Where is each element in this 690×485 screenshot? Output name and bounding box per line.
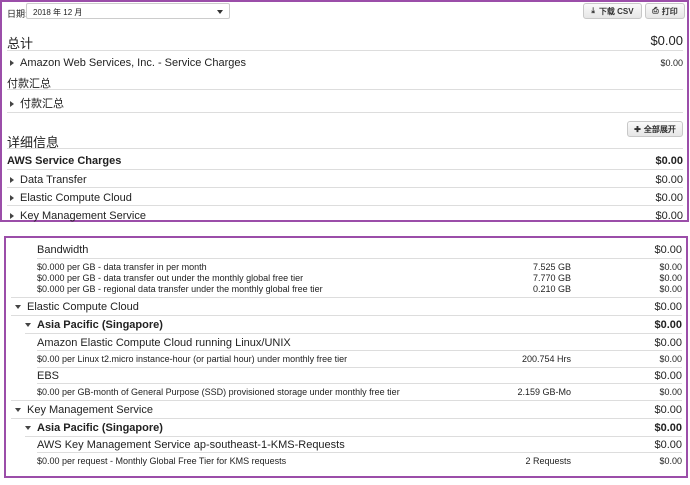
- expand-icon: [10, 60, 14, 67]
- collapse-icon: [25, 426, 31, 431]
- ebs-label: EBS: [37, 370, 60, 382]
- ebs-amount: $0.00: [654, 370, 682, 382]
- provider-amount: $0.00: [660, 58, 683, 68]
- ec2-running-row-desc: $0.00 per Linux t2.micro instance-hour (…: [37, 354, 348, 364]
- kms-group-amount: $0.00: [654, 404, 682, 416]
- kms-group-label: Key Management Service: [27, 404, 153, 416]
- service-charges-label: AWS Service Charges: [7, 155, 122, 167]
- ebs-row-qty: 2.159 GB-Mo: [517, 387, 571, 397]
- ebs-row-amount: $0.00: [659, 387, 682, 397]
- kms-row-qty: 2 Requests: [525, 456, 571, 466]
- billing-summary-panel: 日期: 2018 年 12 月 ⤓ 下载 CSV ⎙ 打印 总计 $0.00 A…: [0, 0, 689, 222]
- provider-row[interactable]: Amazon Web Services, Inc. - Service Char…: [10, 57, 246, 69]
- service-name: Elastic Compute Cloud: [20, 192, 132, 204]
- ec2-region-amount: $0.00: [654, 319, 682, 331]
- expand-icon: [10, 195, 14, 202]
- bandwidth-row-desc: $0.000 per GB - data transfer in per mon…: [37, 262, 207, 272]
- expand-all-button[interactable]: ✚ 全部展开: [627, 121, 683, 137]
- bandwidth-row-amount: $0.00: [659, 284, 682, 294]
- date-select-value: 2018 年 12 月: [33, 8, 83, 17]
- service-charges-amount: $0.00: [655, 155, 683, 167]
- service-name: Data Transfer: [20, 174, 87, 186]
- ec2-group-toggle[interactable]: Elastic Compute Cloud: [15, 301, 139, 313]
- ec2-running-amount: $0.00: [654, 337, 682, 349]
- download-icon: ⤓: [591, 6, 595, 15]
- total-amount: $0.00: [650, 33, 683, 48]
- payment-summary-toggle-label: 付款汇总: [20, 98, 64, 110]
- bandwidth-row-qty: 0.210 GB: [532, 284, 571, 294]
- expand-icon: [10, 213, 14, 220]
- expand-icon: [10, 101, 14, 108]
- kms-region-toggle[interactable]: Asia Pacific (Singapore): [25, 422, 163, 434]
- service-row-ec2[interactable]: Elastic Compute Cloud: [10, 192, 132, 204]
- bandwidth-row-qty: 7.770 GB: [532, 273, 571, 283]
- plus-icon: ✚: [634, 124, 641, 134]
- service-amount: $0.00: [655, 192, 683, 204]
- service-amount: $0.00: [655, 174, 683, 186]
- print-button[interactable]: ⎙ 打印: [645, 3, 685, 19]
- billing-detail-panel: Bandwidth $0.00 $0.000 per GB - data tra…: [4, 236, 688, 478]
- print-label: 打印: [661, 6, 678, 16]
- expand-icon: [10, 177, 14, 184]
- bandwidth-row-amount: $0.00: [659, 273, 682, 283]
- kms-region-amount: $0.00: [654, 422, 682, 434]
- ebs-row-desc: $0.00 per GB-month of General Purpose (S…: [37, 387, 400, 397]
- service-row-kms[interactable]: Key Management Service: [10, 210, 146, 222]
- provider-label: Amazon Web Services, Inc. - Service Char…: [20, 57, 246, 69]
- ec2-running-label: Amazon Elastic Compute Cloud running Lin…: [37, 337, 291, 349]
- ec2-group-label: Elastic Compute Cloud: [27, 301, 139, 313]
- service-amount: $0.00: [655, 210, 683, 222]
- collapse-icon: [15, 408, 21, 413]
- download-csv-button[interactable]: ⤓ 下载 CSV: [583, 3, 642, 19]
- collapse-icon: [25, 323, 31, 328]
- bandwidth-row-desc: $0.000 per GB - data transfer out under …: [37, 273, 304, 283]
- bandwidth-label: Bandwidth: [37, 244, 89, 256]
- kms-requests-amount: $0.00: [654, 439, 682, 451]
- bandwidth-row-amount: $0.00: [659, 262, 682, 272]
- bandwidth-row-qty: 7.525 GB: [532, 262, 571, 272]
- payment-summary-toggle[interactable]: 付款汇总: [10, 95, 64, 111]
- date-select[interactable]: 2018 年 12 月: [26, 3, 230, 19]
- kms-region-label: Asia Pacific (Singapore): [37, 422, 163, 434]
- service-row-data-transfer[interactable]: Data Transfer: [10, 174, 87, 186]
- ec2-region-toggle[interactable]: Asia Pacific (Singapore): [25, 319, 163, 331]
- expand-all-label: 全部展开: [643, 124, 676, 134]
- ec2-running-row-amount: $0.00: [659, 354, 682, 364]
- bandwidth-amount: $0.00: [654, 244, 682, 256]
- ec2-group-amount: $0.00: [654, 301, 682, 313]
- kms-row-amount: $0.00: [659, 456, 682, 466]
- bandwidth-row-desc: $0.000 per GB - regional data transfer u…: [37, 284, 323, 294]
- download-csv-label: 下载 CSV: [598, 6, 634, 16]
- service-name: Key Management Service: [20, 210, 146, 222]
- ec2-running-row-qty: 200.754 Hrs: [521, 354, 571, 364]
- kms-group-toggle[interactable]: Key Management Service: [15, 404, 153, 416]
- printer-icon: ⎙: [652, 6, 659, 15]
- kms-row-desc: $0.00 per request - Monthly Global Free …: [37, 456, 287, 466]
- date-label: 日期:: [7, 9, 28, 19]
- chevron-down-icon: [217, 10, 223, 14]
- collapse-icon: [15, 305, 21, 310]
- kms-requests-label: AWS Key Management Service ap-southeast-…: [37, 439, 345, 451]
- ec2-region-label: Asia Pacific (Singapore): [37, 319, 163, 331]
